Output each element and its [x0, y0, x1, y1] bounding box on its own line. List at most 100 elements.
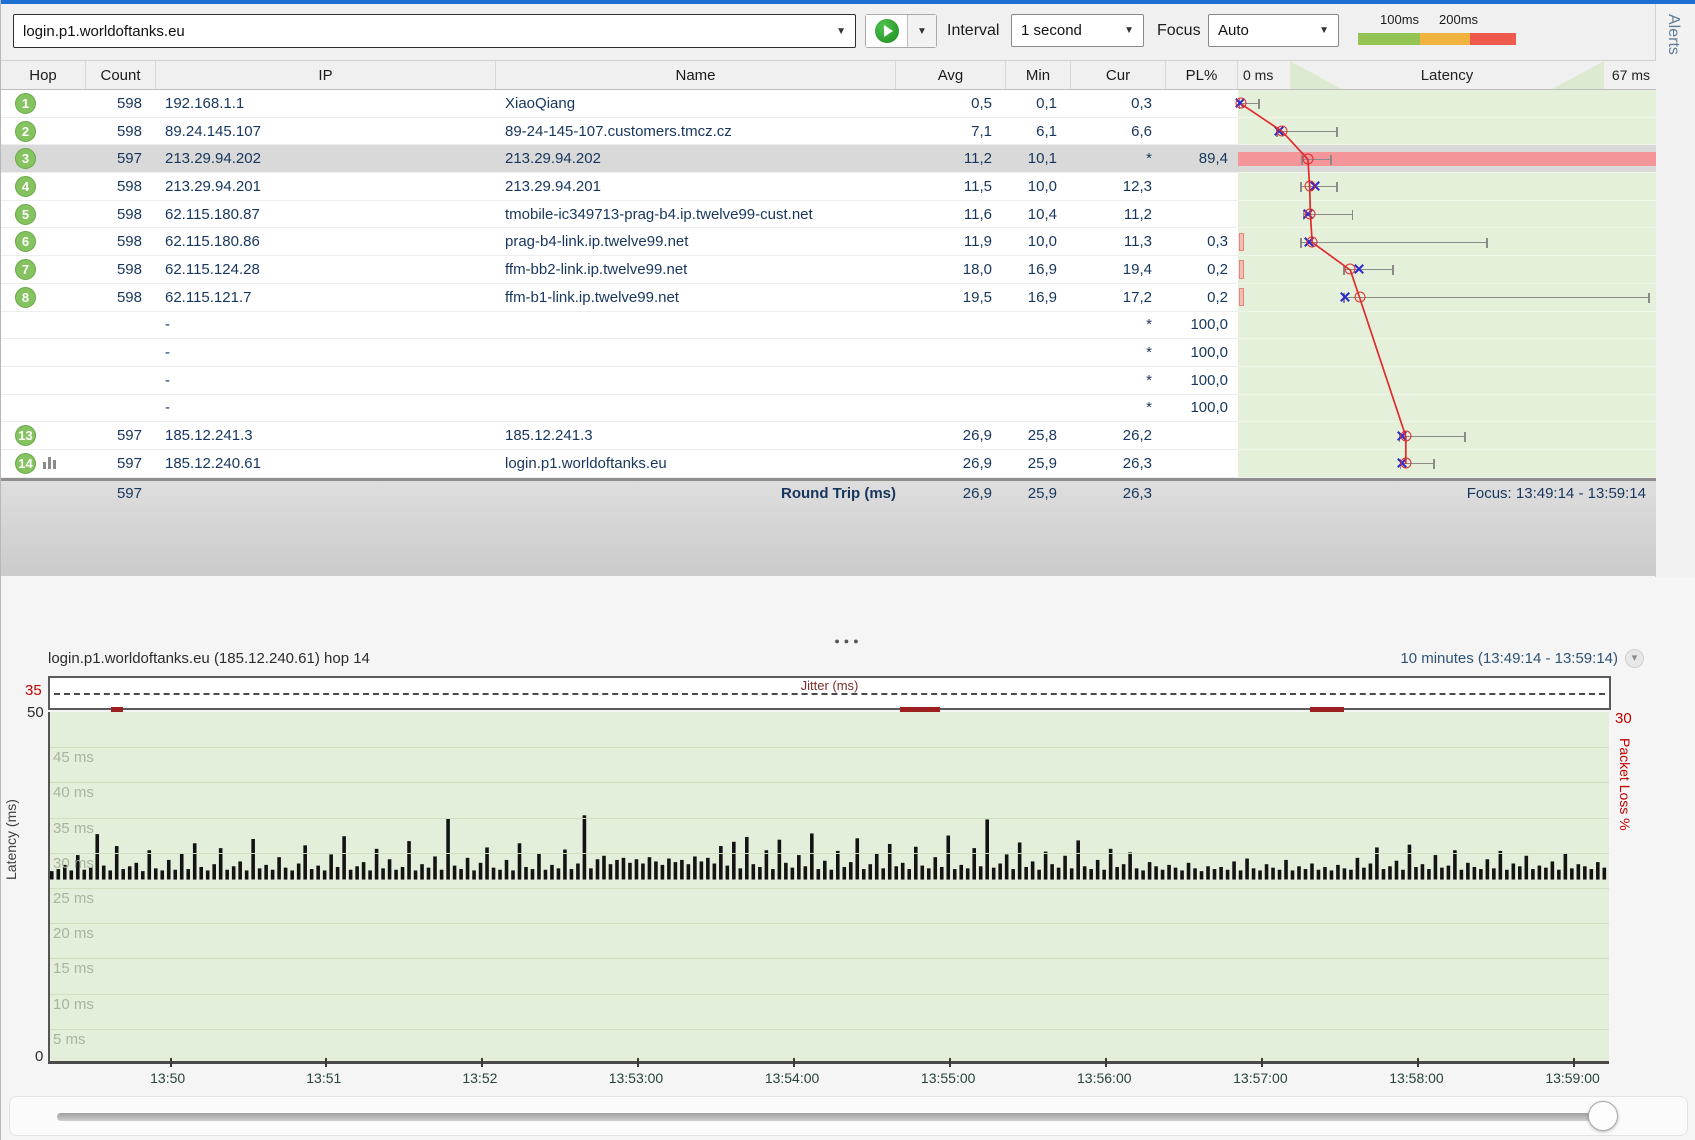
focus-value: Auto	[1218, 22, 1249, 39]
chevron-down-icon[interactable]: ▼	[1310, 25, 1338, 36]
name-cell: 213.29.94.202	[496, 145, 896, 173]
trace-row-hop-7[interactable]: 759862.115.124.28ffm-bb2-link.ip.twelve9…	[1, 256, 1656, 284]
column-header-ip[interactable]: IP	[156, 61, 496, 89]
timeline-scrollbar-handle[interactable]	[1588, 1101, 1618, 1131]
column-header-cur[interactable]: Cur	[1071, 61, 1166, 89]
gridline-label: 45 ms	[53, 749, 94, 766]
name-cell: login.p1.worldoftanks.eu	[496, 450, 896, 478]
packet-loss-cell	[1166, 450, 1238, 478]
gridline	[50, 1029, 1609, 1030]
jitter-strip[interactable]: Jitter (ms)	[48, 676, 1611, 710]
latency-mini-chart	[1238, 145, 1656, 173]
play-icon	[875, 19, 899, 43]
min-cell: 16,9	[1006, 284, 1071, 312]
trace-row-hop-5[interactable]: 559862.115.180.87tmobile-ic349713-prag-b…	[1, 201, 1656, 229]
latency-time-series-plot[interactable]: 45 ms40 ms35 ms30 ms25 ms20 ms15 ms10 ms…	[48, 712, 1609, 1064]
packet-loss-cell: 0,2	[1166, 284, 1238, 312]
avg-cell: 26,9	[896, 422, 1006, 450]
pingplotter-window: login.p1.worldoftanks.eu ▼ ▼ Interval 1 …	[0, 0, 1695, 1140]
ip-cell: -	[156, 339, 496, 367]
column-header-pl[interactable]: PL%	[1166, 61, 1238, 89]
name-cell: ffm-b1-link.ip.twelve99.net	[496, 284, 896, 312]
latency-mini-chart	[1238, 339, 1656, 367]
count-cell	[86, 312, 156, 340]
column-header-name[interactable]: Name	[496, 61, 896, 89]
average-latency-marker	[1400, 458, 1411, 469]
timeline-range-dropdown-button[interactable]: ▾	[1625, 649, 1644, 668]
chevron-down-icon[interactable]: ▼	[1115, 25, 1143, 36]
average-latency-marker	[1277, 126, 1288, 137]
time-tick-label: 13:50	[150, 1070, 185, 1086]
gridline-label: 30 ms	[53, 855, 94, 872]
time-tick-label: 13:58:00	[1389, 1070, 1444, 1086]
count-cell: 598	[86, 284, 156, 312]
count-cell	[86, 395, 156, 423]
ip-cell: 192.168.1.1	[156, 90, 496, 118]
time-tick	[1105, 1058, 1107, 1067]
gridline-label: 35 ms	[53, 820, 94, 837]
trace-row-hop-lost[interactable]: -*100,0	[1, 312, 1656, 340]
gridline-label: 20 ms	[53, 925, 94, 942]
cur-cell: 26,2	[1071, 422, 1166, 450]
trace-row-hop-lost[interactable]: -*100,0	[1, 339, 1656, 367]
gridline-label: 40 ms	[53, 784, 94, 801]
interval-value: 1 second	[1021, 22, 1082, 39]
average-latency-marker	[1236, 98, 1247, 109]
average-latency-marker	[1307, 236, 1318, 247]
trace-row-hop-4[interactable]: 4598213.29.94.201213.29.94.20111,510,012…	[1, 173, 1656, 201]
count-cell: 598	[86, 228, 156, 256]
legend-100ms-label: 100ms	[1380, 12, 1419, 27]
interval-combobox[interactable]: 1 second ▼	[1011, 14, 1144, 47]
avg-cell	[896, 395, 1006, 423]
footer-min: 25,9	[1006, 485, 1071, 502]
hop-number-badge: 2	[15, 121, 36, 142]
count-cell	[86, 367, 156, 395]
column-header-min[interactable]: Min	[1006, 61, 1071, 89]
min-cell: 16,9	[1006, 256, 1071, 284]
time-tick-label: 13:51	[306, 1070, 341, 1086]
alerts-side-tab[interactable]: Alerts	[1655, 4, 1695, 577]
column-header-hop[interactable]: Hop	[1, 61, 86, 89]
trace-row-hop-1[interactable]: 1598192.168.1.1XiaoQiang0,50,10,3	[1, 90, 1656, 118]
trace-row-hop-14[interactable]: 14597185.12.240.61login.p1.worldoftanks.…	[1, 450, 1656, 478]
chevron-down-icon[interactable]: ▼	[827, 26, 855, 37]
packet-loss-cell	[1166, 118, 1238, 146]
trace-row-hop-lost[interactable]: -*100,0	[1, 367, 1656, 395]
time-tick	[1261, 1058, 1263, 1067]
column-header-avg[interactable]: Avg	[896, 61, 1006, 89]
target-address-combobox[interactable]: login.p1.worldoftanks.eu ▼	[13, 14, 856, 48]
trace-row-hop-3[interactable]: 3597213.29.94.202213.29.94.20211,210,1*8…	[1, 145, 1656, 173]
gridline-label: 15 ms	[53, 960, 94, 977]
cur-cell: *	[1071, 145, 1166, 173]
timeline-scrollbar-track[interactable]	[57, 1113, 1602, 1121]
pane-splitter-handle[interactable]: ●●●	[1, 636, 1695, 650]
trace-row-hop-6[interactable]: 659862.115.180.86prag-b4-link.ip.twelve9…	[1, 228, 1656, 256]
latency-axis-label: Latency (ms)	[3, 799, 19, 880]
target-address-value: login.p1.worldoftanks.eu	[23, 23, 185, 40]
column-header-count[interactable]: Count	[86, 61, 156, 89]
play-options-dropdown[interactable]: ▼	[908, 15, 936, 47]
focus-combobox[interactable]: Auto ▼	[1208, 14, 1339, 47]
column-header-latency[interactable]: 0 ms Latency 67 ms	[1238, 61, 1656, 89]
cur-cell: *	[1071, 367, 1166, 395]
min-cell	[1006, 339, 1071, 367]
hop-cell: 6	[1, 228, 86, 256]
time-tick	[170, 1058, 172, 1067]
hop-number-badge: 14	[15, 453, 36, 474]
trace-table: Hop Count IP Name Avg Min Cur PL% 0 ms L…	[1, 60, 1656, 576]
trace-row-hop-13[interactable]: 13597185.12.241.3185.12.241.326,925,826,…	[1, 422, 1656, 450]
trace-row-hop-lost[interactable]: -*100,0	[1, 395, 1656, 423]
trace-table-body: 1598192.168.1.1XiaoQiang0,50,10,3259889.…	[1, 90, 1656, 478]
name-cell	[496, 367, 896, 395]
min-max-error-bar	[1300, 242, 1487, 243]
timeline-range-label[interactable]: 10 minutes (13:49:14 - 13:59:14)	[1400, 650, 1618, 667]
play-button[interactable]	[866, 15, 908, 47]
hop-cell: 2	[1, 118, 86, 146]
trace-row-hop-8[interactable]: 859862.115.121.7ffm-b1-link.ip.twelve99.…	[1, 284, 1656, 312]
jitter-dashed-line	[54, 693, 1605, 695]
average-latency-marker	[1345, 264, 1356, 275]
name-cell: prag-b4-link.ip.twelve99.net	[496, 228, 896, 256]
trace-row-hop-2[interactable]: 259889.24.145.10789-24-145-107.customers…	[1, 118, 1656, 146]
count-cell: 597	[86, 422, 156, 450]
round-trip-footer: 597 Round Trip (ms) 26,9 25,9 26,3 Focus…	[1, 478, 1656, 576]
